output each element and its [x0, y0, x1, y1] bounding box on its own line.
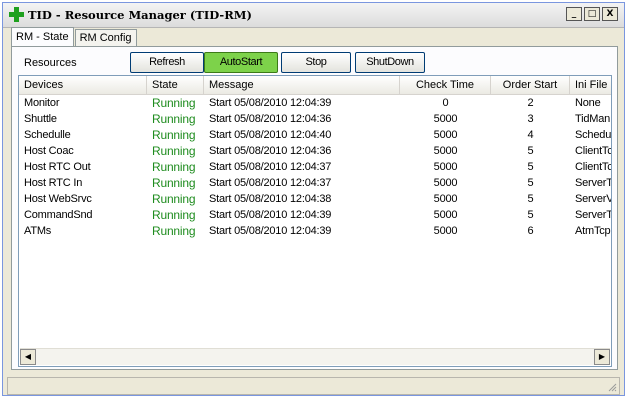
ini-file-cell: ServerT	[575, 209, 612, 221]
order-start-cell: 2	[527, 97, 534, 109]
grid-header: Devices State Message Check Time Order S…	[19, 76, 611, 95]
message-cell: Start 05/08/2010 12:04:39	[209, 209, 332, 221]
table-row[interactable]: CommandSnd Running Start 05/08/2010 12:04:…	[19, 207, 611, 223]
status-bar	[7, 377, 620, 395]
ini-file-cell: ServerT	[575, 177, 612, 189]
order-start-cell: 4	[527, 129, 534, 141]
scroll-left-icon[interactable]: ◀	[20, 349, 36, 365]
state-cell: Running	[152, 96, 196, 110]
tab-strip: RM - State RM Config	[11, 27, 138, 47]
check-time-cell: 5000	[433, 177, 458, 189]
table-row[interactable]: Host RTC In Running Start 05/08/2010 12:04…	[19, 175, 611, 191]
device-cell: Monitor	[24, 97, 60, 109]
state-cell: Running	[152, 112, 196, 126]
rm-state-panel: Resources Refresh AutoStart Stop ShutDow…	[11, 46, 618, 370]
column-header-devices[interactable]: Devices	[19, 76, 147, 94]
state-cell: Running	[152, 160, 196, 174]
column-header-order-start[interactable]: Order Start	[491, 76, 570, 94]
state-cell: Running	[152, 128, 196, 142]
minimize-button[interactable]: _	[566, 7, 582, 21]
device-cell: Host Coac	[24, 145, 74, 157]
shutdown-button[interactable]: ShutDown	[355, 52, 425, 73]
ini-file-cell: ClientTc	[575, 161, 612, 173]
order-start-cell: 5	[527, 145, 534, 157]
state-cell: Running	[152, 224, 196, 238]
stop-button[interactable]: Stop	[281, 52, 351, 73]
check-time-cell: 5000	[433, 225, 458, 237]
order-start-cell: 5	[527, 209, 534, 221]
autostart-button[interactable]: AutoStart	[204, 52, 278, 73]
device-cell: Host WebSrvc	[24, 193, 92, 205]
devices-grid[interactable]: Devices State Message Check Time Order S…	[18, 75, 612, 367]
message-cell: Start 05/08/2010 12:04:37	[209, 161, 332, 173]
resize-grip-icon[interactable]	[607, 382, 617, 392]
device-cell: Host RTC Out	[24, 161, 91, 173]
ini-file-cell: ServerV	[575, 193, 612, 205]
check-time-cell: 0	[442, 97, 449, 109]
device-cell: CommandSnd	[24, 209, 93, 221]
column-header-state[interactable]: State	[147, 76, 204, 94]
title-bar[interactable]: TID - Resource Manager (TID-RM) _ □ X	[3, 3, 624, 28]
order-start-cell: 6	[527, 225, 534, 237]
order-start-cell: 5	[527, 177, 534, 189]
tab-rm-state[interactable]: RM - State	[11, 27, 74, 46]
message-cell: Start 05/08/2010 12:04:36	[209, 145, 332, 157]
message-cell: Start 05/08/2010 12:04:37	[209, 177, 332, 189]
refresh-button[interactable]: Refresh	[130, 52, 204, 73]
state-cell: Running	[152, 144, 196, 158]
column-header-message[interactable]: Message	[204, 76, 400, 94]
table-row[interactable]: Host RTC Out Running Start 05/08/2010 12:0…	[19, 159, 611, 175]
table-row[interactable]: Monitor Running Start 05/08/2010 12:04:39 0…	[19, 95, 611, 111]
table-row[interactable]: Host Coac Running Start 05/08/2010 12:04:3…	[19, 143, 611, 159]
ini-file-cell: Schedu	[575, 129, 612, 141]
state-cell: Running	[152, 176, 196, 190]
message-cell: Start 05/08/2010 12:04:39	[209, 225, 332, 237]
table-row[interactable]: Host WebSrvc Running Start 05/08/2010 12:0…	[19, 191, 611, 207]
device-cell: ATMs	[24, 225, 52, 237]
message-cell: Start 05/08/2010 12:04:39	[209, 97, 332, 109]
ini-file-cell: AtmTcp	[575, 225, 611, 237]
device-cell: Host RTC In	[24, 177, 83, 189]
state-cell: Running	[152, 208, 196, 222]
table-row[interactable]: Schedulle Running Start 05/08/2010 12:04:4…	[19, 127, 611, 143]
resource-manager-window: TID - Resource Manager (TID-RM) _ □ X RM…	[2, 2, 625, 396]
order-start-cell: 3	[527, 113, 534, 125]
check-time-cell: 5000	[433, 161, 458, 173]
column-header-ini-file[interactable]: Ini File	[570, 76, 611, 94]
tab-rm-config[interactable]: RM Config	[74, 29, 137, 46]
resources-label: Resources	[24, 57, 77, 69]
ini-file-cell: ClientTc	[575, 145, 612, 157]
green-plus-icon	[9, 7, 24, 22]
message-cell: Start 05/08/2010 12:04:40	[209, 129, 332, 141]
close-button[interactable]: X	[602, 7, 618, 21]
message-cell: Start 05/08/2010 12:04:36	[209, 113, 332, 125]
order-start-cell: 5	[527, 193, 534, 205]
state-cell: Running	[152, 192, 196, 206]
check-time-cell: 5000	[433, 209, 458, 221]
device-cell: Schedulle	[24, 129, 71, 141]
message-cell: Start 05/08/2010 12:04:38	[209, 193, 332, 205]
column-header-check-time[interactable]: Check Time	[400, 76, 491, 94]
check-time-cell: 5000	[433, 113, 458, 125]
order-start-cell: 5	[527, 161, 534, 173]
check-time-cell: 5000	[433, 145, 458, 157]
window-controls: _ □ X	[566, 7, 618, 21]
table-row[interactable]: ATMs Running Start 05/08/2010 12:04:39 5000…	[19, 223, 611, 239]
ini-file-cell: None	[575, 97, 601, 109]
ini-file-cell: TidMan	[575, 113, 611, 125]
horizontal-scrollbar[interactable]: ◀ ▶	[20, 348, 610, 365]
device-cell: Shuttle	[24, 113, 57, 125]
check-time-cell: 5000	[433, 193, 458, 205]
table-row[interactable]: Shuttle Running Start 05/08/2010 12:04:36 5…	[19, 111, 611, 127]
window-title: TID - Resource Manager (TID-RM)	[28, 8, 252, 22]
check-time-cell: 5000	[433, 129, 458, 141]
scroll-right-icon[interactable]: ▶	[594, 349, 610, 365]
maximize-button[interactable]: □	[584, 7, 600, 21]
